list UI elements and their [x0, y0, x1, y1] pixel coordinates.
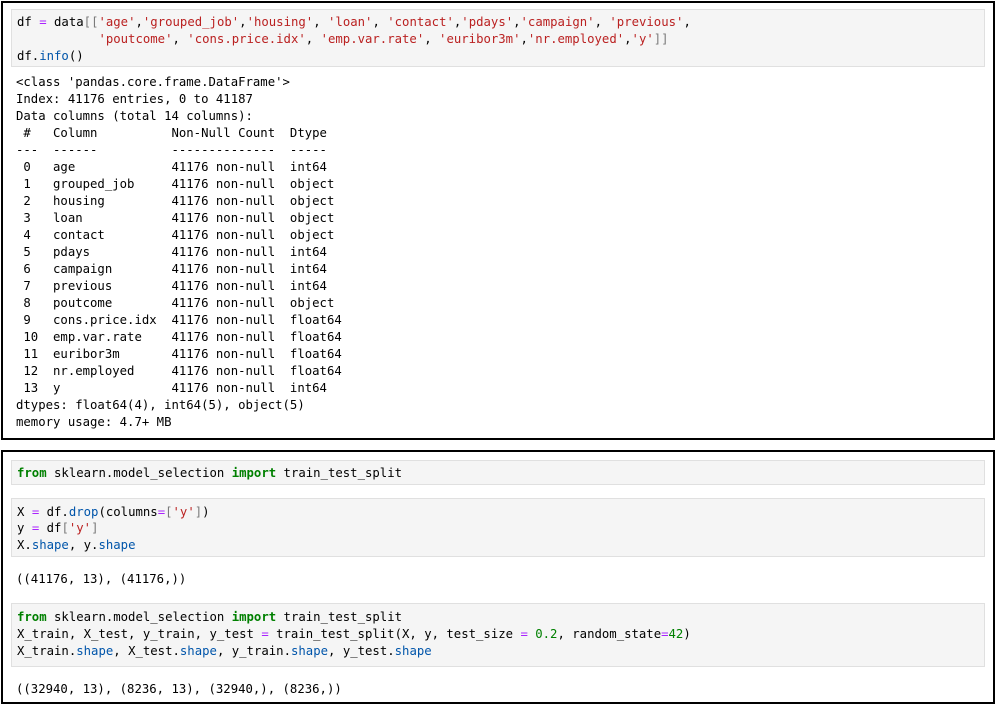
output-memory-usage: memory usage: 4.7+ MB	[16, 415, 172, 429]
info-table-row: 4 contact 41176 non-null object	[16, 228, 335, 242]
code-cell-train-test-split[interactable]: from sklearn.model_selection import trai…	[11, 603, 985, 667]
output-line: <class 'pandas.core.frame.DataFrame'>	[16, 75, 290, 89]
output-table-header: # Column Non-Null Count Dtype	[16, 126, 342, 140]
code-line: X.shape, y.shape	[17, 538, 136, 552]
notebook-frame-split: from sklearn.model_selection import trai…	[1, 450, 995, 704]
code-cell-xy[interactable]: X = df.drop(columns=['y']) y = df['y'] X…	[11, 498, 985, 557]
info-table-row: 1 grouped_job 41176 non-null object	[16, 177, 335, 191]
notebook-frame-info: df = data[['age','grouped_job','housing'…	[1, 1, 995, 440]
info-table-row: 11 euribor3m 41176 non-null float64	[16, 347, 342, 361]
output-xy-shape: ((41176, 13), (41176,))	[11, 570, 985, 590]
code-line: from sklearn.model_selection import trai…	[17, 466, 402, 480]
code-line: df.info()	[17, 49, 84, 63]
output-table-rule: --- ------ -------------- -----	[16, 143, 342, 157]
info-table-row: 9 cons.price.idx 41176 non-null float64	[16, 313, 342, 327]
code-line: df = data[['age','grouped_job','housing'…	[17, 15, 691, 29]
info-table-row: 13 y 41176 non-null int64	[16, 381, 327, 395]
info-table-row: 6 campaign 41176 non-null int64	[16, 262, 327, 276]
output-line: Data columns (total 14 columns):	[16, 109, 253, 123]
info-table-row: 2 housing 41176 non-null object	[16, 194, 335, 208]
info-table-row: 12 nr.employed 41176 non-null float64	[16, 364, 342, 378]
output-split-shapes: ((32940, 13), (8236, 13), (32940,), (823…	[11, 680, 985, 700]
code-cell-df-info[interactable]: df = data[['age','grouped_job','housing'…	[11, 9, 985, 67]
info-table-row: 5 pdays 41176 non-null int64	[16, 245, 327, 259]
info-table-row: 0 age 41176 non-null int64	[16, 160, 327, 174]
info-table-row: 8 poutcome 41176 non-null object	[16, 296, 335, 310]
info-table-row: 3 loan 41176 non-null object	[16, 211, 335, 225]
output-dtypes-summary: dtypes: float64(4), int64(5), object(5)	[16, 398, 305, 412]
code-line: from sklearn.model_selection import trai…	[17, 610, 402, 624]
code-line: 'poutcome', 'cons.price.idx', 'emp.var.r…	[98, 32, 669, 46]
code-cell-import[interactable]: from sklearn.model_selection import trai…	[11, 460, 985, 485]
code-line: y = df['y']	[17, 521, 99, 535]
info-table-row: 10 emp.var.rate 41176 non-null float64	[16, 330, 342, 344]
output-line: ((32940, 13), (8236, 13), (32940,), (823…	[16, 682, 342, 696]
code-line: X_train, X_test, y_train, y_test = train…	[17, 627, 691, 641]
info-table-row: 7 previous 41176 non-null int64	[16, 279, 327, 293]
code-line: X_train.shape, X_test.shape, y_train.sha…	[17, 644, 432, 658]
output-line: Index: 41176 entries, 0 to 41187	[16, 92, 253, 106]
output-line: ((41176, 13), (41176,))	[16, 572, 187, 586]
output-df-info: <class 'pandas.core.frame.DataFrame'> In…	[11, 72, 985, 434]
code-line: X = df.drop(columns=['y'])	[17, 505, 210, 519]
